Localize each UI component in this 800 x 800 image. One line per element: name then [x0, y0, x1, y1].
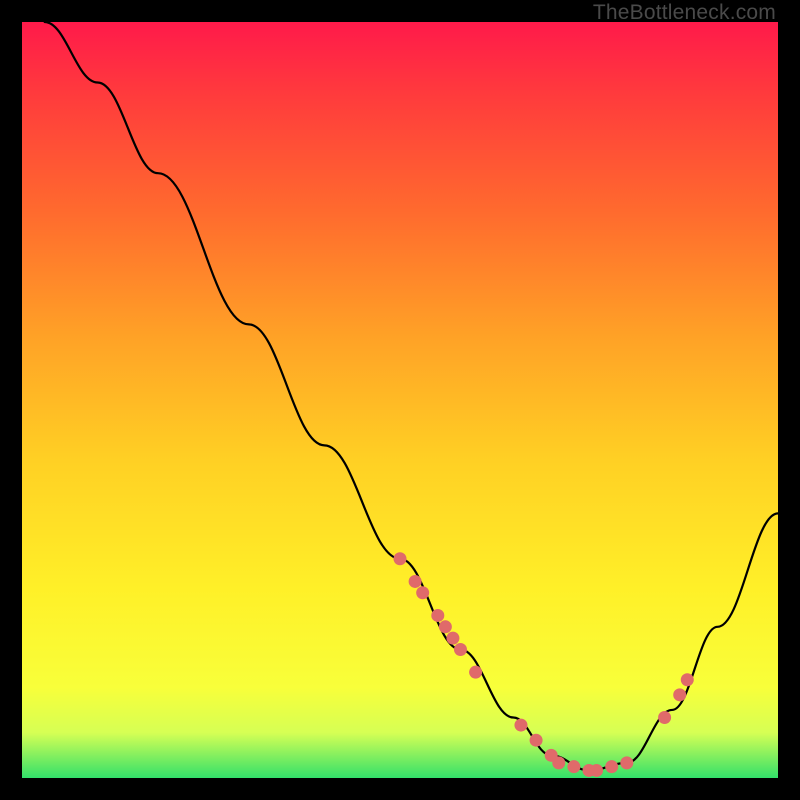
data-point: [409, 575, 422, 588]
data-point: [439, 620, 452, 633]
data-points: [394, 552, 694, 777]
watermark-text: TheBottleneck.com: [593, 1, 776, 25]
data-point: [416, 586, 429, 599]
data-point: [394, 552, 407, 565]
chart-svg: [22, 22, 778, 778]
data-point: [681, 673, 694, 686]
data-point: [658, 711, 671, 724]
data-point: [590, 764, 603, 777]
data-point: [514, 719, 527, 732]
data-point: [605, 760, 618, 773]
data-point: [567, 760, 580, 773]
data-point: [446, 632, 459, 645]
data-point: [620, 756, 633, 769]
data-point: [454, 643, 467, 656]
data-point: [673, 688, 686, 701]
chart-plot-area: [22, 22, 778, 778]
data-point: [530, 734, 543, 747]
bottleneck-curve: [45, 22, 778, 770]
data-point: [552, 756, 565, 769]
data-point: [431, 609, 444, 622]
data-point: [469, 666, 482, 679]
